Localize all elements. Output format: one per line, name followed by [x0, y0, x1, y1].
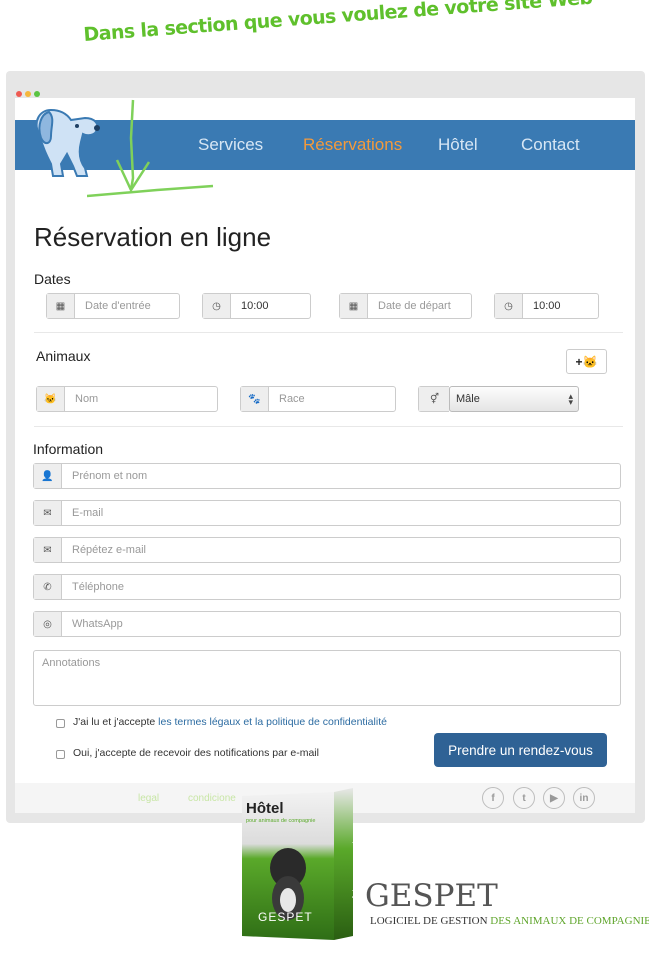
divider	[34, 426, 623, 427]
annotations-textarea[interactable]: Annotations	[33, 650, 621, 706]
email-repeat-placeholder: Répétez e-mail	[72, 544, 146, 556]
paw-icon: 🐾	[241, 387, 269, 411]
terms-checkbox[interactable]	[56, 719, 65, 728]
terms-link[interactable]: les termes légaux et la politique de con…	[158, 716, 387, 728]
dates-heading: Dates	[34, 271, 71, 287]
terms-prefix: J'ai lu et j'accepte	[73, 716, 159, 728]
animal-sex-select[interactable]: Mâle ▴ ▾	[449, 386, 579, 412]
envelope-outline-icon: ✉	[34, 538, 62, 562]
minimize-dot[interactable]	[25, 91, 31, 97]
page-title: Réservation en ligne	[34, 222, 272, 252]
box-subtitle: pour animaux de compagnie	[246, 818, 316, 824]
hand-drawn-arrow-icon	[87, 99, 214, 198]
box-brand: GESPET	[258, 910, 313, 924]
fullname-placeholder: Prénom et nom	[72, 470, 148, 482]
product-box: Hôtel pour animaux de compagnie GESPET H…	[240, 786, 358, 946]
gespet-tagline: LOGICIEL DE GESTION DES ANIMAUX DE COMPA…	[370, 915, 649, 927]
envelope-icon: ✉	[34, 501, 62, 525]
notifications-label: Oui, j'accepte de recevoir des notificat…	[73, 747, 319, 759]
calendar-icon: ▦	[340, 294, 368, 318]
gespet-brand: GESPET	[365, 878, 498, 914]
tagline-suffix: DES ANIMAUX DE COMPAGNIE	[490, 915, 649, 927]
email-placeholder: E-mail	[72, 507, 104, 519]
tagline-prefix: LOGICIEL DE GESTION	[370, 915, 491, 927]
whatsapp-placeholder: WhatsApp	[72, 618, 123, 630]
close-dot[interactable]	[16, 91, 22, 97]
exit-date-input[interactable]: ▦ Date de départ	[339, 293, 472, 319]
terms-label: J'ai lu et j'accepte les termes légaux e…	[73, 716, 387, 728]
fullname-input[interactable]: 👤 Prénom et nom	[33, 463, 621, 489]
add-animal-button[interactable]: +🐱	[566, 349, 607, 374]
clock-icon: ◷	[495, 294, 523, 318]
maximize-dot[interactable]	[34, 91, 40, 97]
animal-name-input[interactable]: 🐱 Nom	[36, 386, 218, 412]
twitter-icon[interactable]: t	[513, 787, 535, 809]
website-page: Services Réservations Hôtel Contact Rése…	[15, 98, 635, 813]
entry-date-input[interactable]: ▦ Date d'entrée	[46, 293, 180, 319]
promo-headline: Dans la section que vous voulez de votre…	[82, 0, 594, 46]
notifications-checkbox[interactable]	[56, 750, 65, 759]
nav-reservations[interactable]: Réservations	[303, 120, 402, 170]
exit-date-placeholder: Date de départ	[378, 300, 451, 312]
divider	[34, 332, 623, 333]
animal-breed-placeholder: Race	[279, 393, 305, 405]
box-title: Hôtel	[246, 800, 284, 817]
email-input[interactable]: ✉ E-mail	[33, 500, 621, 526]
footer-link-conditions[interactable]: condicione	[188, 793, 236, 804]
browser-window: Services Réservations Hôtel Contact Rése…	[6, 71, 645, 823]
footer-link-legal[interactable]: legal	[138, 793, 159, 804]
entry-time-input[interactable]: ◷ 10:00	[202, 293, 311, 319]
book-appointment-button[interactable]: Prendre un rendez-vous	[434, 733, 607, 767]
animal-name-placeholder: Nom	[75, 393, 99, 405]
cat-icon: 🐱	[37, 387, 65, 411]
sex-addon: ⚥	[418, 386, 450, 412]
user-icon: 👤	[34, 464, 62, 488]
entry-date-placeholder: Date d'entrée	[85, 300, 151, 312]
phone-placeholder: Téléphone	[72, 581, 124, 593]
gender-icon: ⚥	[419, 387, 450, 411]
entry-time-value: 10:00	[241, 300, 269, 312]
clock-icon: ◷	[203, 294, 231, 318]
facebook-icon[interactable]: f	[482, 787, 504, 809]
phone-icon: ✆	[34, 575, 62, 599]
information-heading: Information	[33, 441, 104, 457]
exit-time-value: 10:00	[533, 300, 561, 312]
animal-breed-input[interactable]: 🐾 Race	[240, 386, 396, 412]
email-repeat-input[interactable]: ✉ Répétez e-mail	[33, 537, 621, 563]
calendar-icon: ▦	[47, 294, 75, 318]
youtube-icon[interactable]: ▶	[543, 787, 565, 809]
animal-sex-value: Mâle	[456, 393, 480, 405]
linkedin-icon[interactable]: in	[573, 787, 595, 809]
nav-contact[interactable]: Contact	[521, 120, 580, 170]
nav-hotel[interactable]: Hôtel	[438, 120, 478, 170]
box-spine-text: Hôtel pour animaux de compagnie	[351, 828, 358, 906]
whatsapp-icon: ◎	[34, 612, 62, 636]
phone-input[interactable]: ✆ Téléphone	[33, 574, 621, 600]
select-caret-icon: ▴ ▾	[568, 391, 573, 407]
animals-heading: Animaux	[36, 348, 91, 364]
whatsapp-input[interactable]: ◎ WhatsApp	[33, 611, 621, 637]
exit-time-input[interactable]: ◷ 10:00	[494, 293, 599, 319]
